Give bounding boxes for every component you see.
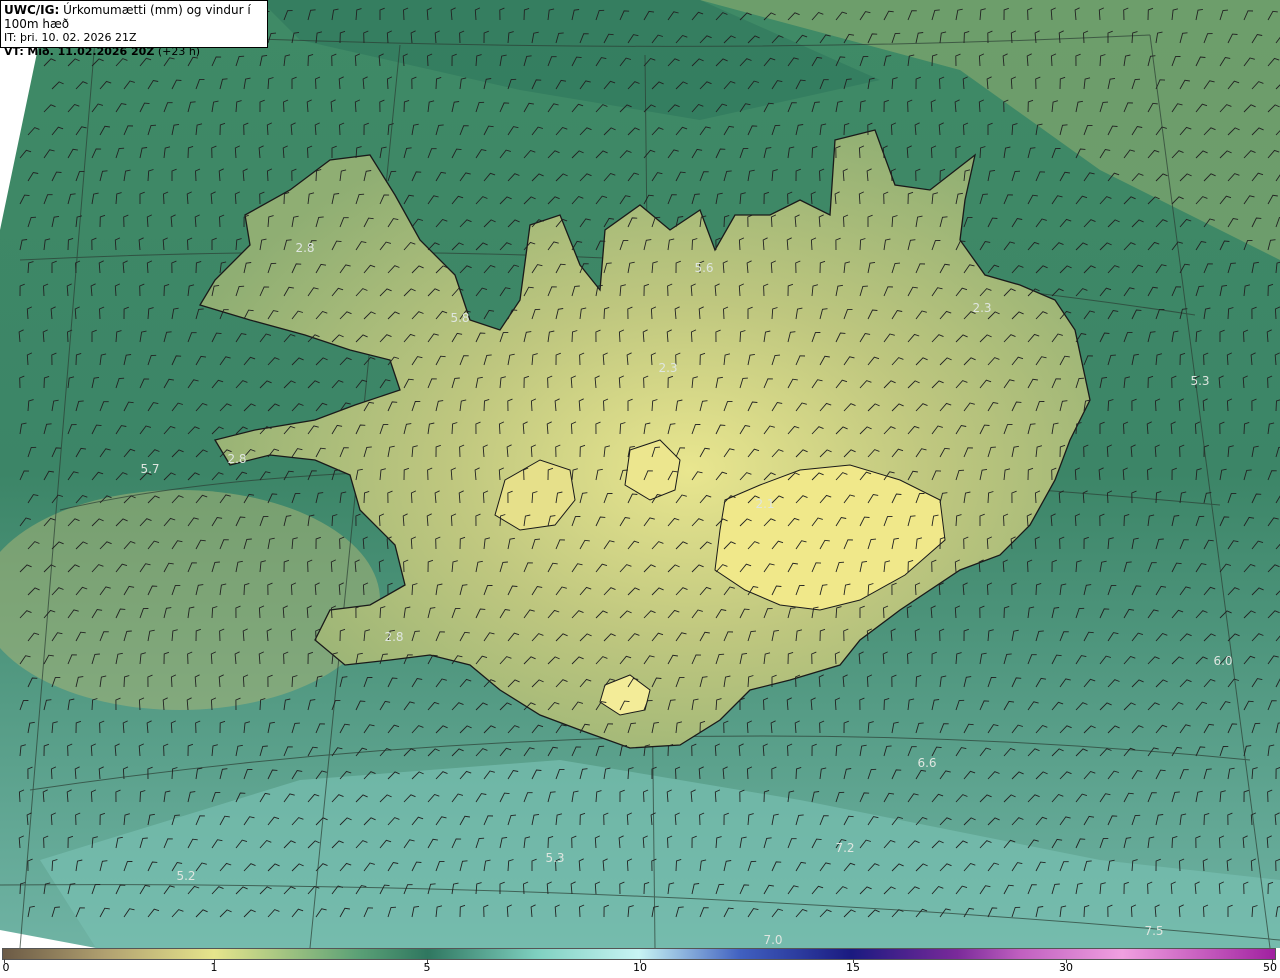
forecast-map[interactable] — [0, 0, 1280, 948]
value-label-south-offshore-mid: 7.2 — [835, 841, 855, 855]
vt-value: Mið. 11.02.2026 20Z — [27, 45, 155, 58]
value-label-southeast-offshore: 6.0 — [1213, 654, 1233, 668]
it-value: þri. 10. 02. 2026 21Z — [19, 31, 137, 44]
map-area[interactable]: UWC/IG: Úrkomumætti (mm) og vindur í 100… — [0, 0, 1280, 948]
vt-prefix: VT: — [4, 45, 24, 58]
value-label-northeast: 2.3 — [972, 301, 992, 315]
colorbar-tick-label: 5 — [423, 961, 431, 974]
value-label-north-central: 2.3 — [658, 361, 678, 375]
value-label-east-offshore: 5.3 — [1190, 374, 1210, 388]
it-prefix: IT: — [4, 31, 17, 44]
colorbar-tick-label: 15 — [846, 961, 860, 974]
colorbar-tick-label: 50 — [1263, 961, 1277, 974]
value-label-southeast-bottom: 7.5 — [1144, 924, 1164, 938]
vt-lead: (+23 h) — [157, 45, 201, 58]
colorbar-tick-label: 1 — [210, 961, 218, 974]
value-label-reykjanes: 2.8 — [384, 630, 404, 644]
colorbar-tick-label: 0 — [2, 961, 10, 974]
value-label-north: 5.6 — [694, 261, 714, 275]
value-label-vatnajokull: 2.1 — [755, 497, 775, 511]
model-label: UWC/IG: — [4, 3, 60, 17]
value-label-south-offshore-east: 6.6 — [917, 756, 937, 770]
value-label-south-offshore: 5.3 — [545, 851, 565, 865]
colorbar-tick-label: 10 — [633, 961, 647, 974]
colorbar — [2, 948, 1276, 960]
value-label-snaefellsnes: 2.8 — [227, 452, 247, 466]
value-label-southwest-offshore: 5.2 — [176, 869, 196, 883]
value-label-south-bottom: 7.0 — [763, 933, 783, 947]
colorbar-tick-label: 30 — [1059, 961, 1073, 974]
value-label-westfjords-east: 5.8 — [450, 311, 470, 325]
value-label-westfjords: 2.8 — [295, 241, 315, 255]
value-label-west-offshore: 5.7 — [140, 462, 160, 476]
info-box: UWC/IG: Úrkomumætti (mm) og vindur í 100… — [0, 0, 268, 58]
